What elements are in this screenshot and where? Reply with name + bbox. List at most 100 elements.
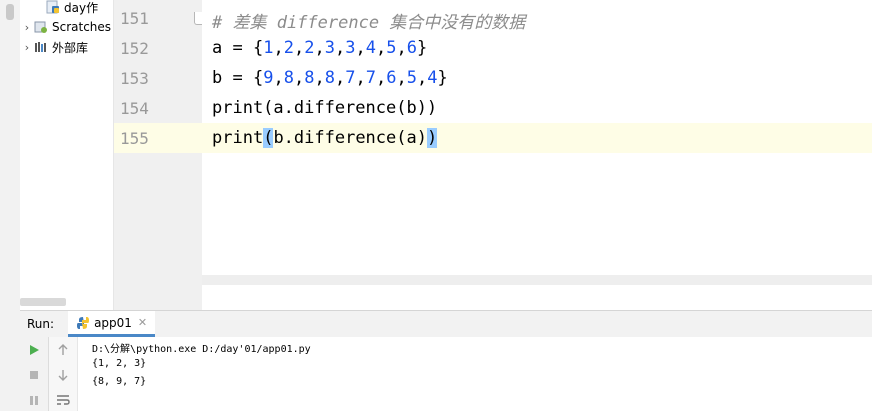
arrow-down-icon — [58, 370, 68, 381]
code-text: b = {9,8,8,8,7,7,6,5,4} — [212, 68, 448, 88]
code-token: , — [355, 38, 366, 58]
editor-horizontal-scrollbar[interactable] — [202, 275, 872, 285]
scratches-icon — [34, 20, 48, 34]
code-token: 3 — [324, 38, 335, 58]
run-tab-label: app01 — [94, 315, 132, 330]
tree-item-scratches[interactable]: › Scratches — [20, 17, 111, 37]
tree-horizontal-scrollbar[interactable] — [20, 298, 66, 306]
pause-icon — [30, 396, 38, 405]
play-icon — [30, 345, 39, 355]
rerun-button[interactable] — [24, 340, 44, 360]
code-token: } — [437, 68, 448, 88]
code-line-current[interactable]: print(b.difference(a)) — [202, 123, 872, 153]
console-line: {8, 9, 7} — [92, 376, 147, 387]
code-token: 7 — [345, 68, 356, 88]
code-token: # 差集 difference 集合中没有的数据 — [212, 13, 526, 33]
tree-item-external-libraries[interactable]: › 外部库 — [20, 37, 88, 57]
line-number: 154 — [120, 99, 149, 118]
scroll-up-button[interactable] — [53, 340, 73, 360]
chevron-right-icon[interactable]: › — [20, 41, 34, 54]
code-token: b.difference(a) — [273, 128, 427, 148]
tree-item-label: 外部库 — [52, 40, 89, 55]
close-icon[interactable]: ✕ — [138, 316, 147, 329]
python-icon — [76, 316, 90, 330]
run-tab-app01[interactable]: app01 ✕ — [68, 311, 156, 337]
code-editor[interactable]: # 差集 difference 集合中没有的数据 a = {1,2,2,3,3,4… — [202, 0, 872, 275]
tree-item-label: day作 — [64, 0, 99, 15]
editor-gutter: 151 152 153 154 155 — [114, 0, 202, 310]
code-token: 2 — [304, 38, 315, 58]
matched-brace: ) — [426, 128, 438, 148]
line-number-current: 155 — [114, 123, 202, 153]
code-token: , — [314, 38, 325, 58]
matched-brace: ( — [263, 128, 274, 148]
arrow-up-icon — [58, 344, 68, 355]
code-token: , — [355, 68, 366, 88]
project-tree: day作 › Scratches › 外部库 — [0, 0, 114, 310]
code-token: 6 — [386, 68, 397, 88]
run-toolbar-secondary — [49, 337, 78, 411]
soft-wrap-icon — [57, 395, 70, 405]
code-line[interactable]: print(a.difference(b)) — [202, 93, 872, 123]
line-number: 152 — [120, 39, 149, 58]
code-token: print(a.difference(b)) — [212, 98, 438, 118]
code-text: print(a.difference(b)) — [212, 98, 437, 118]
code-text: # 差集 difference 集合中没有的数据 — [212, 8, 525, 33]
stop-button[interactable] — [24, 365, 44, 385]
code-token: 1 — [263, 38, 274, 58]
run-tool-header: Run: app01 ✕ — [20, 310, 872, 338]
run-console[interactable]: D:\分解\python.exe D:/day'01/app01.py {1, … — [78, 337, 872, 411]
code-line[interactable]: # 差集 difference 集合中没有的数据 — [202, 3, 872, 33]
tree-scrollbar-thumb[interactable] — [6, 4, 14, 20]
code-token: 8 — [283, 68, 294, 88]
code-line[interactable]: a = {1,2,2,3,3,4,5,6} — [202, 33, 872, 63]
soft-wrap-button[interactable] — [53, 390, 73, 410]
code-token: , — [273, 38, 284, 58]
code-token: 8 — [304, 68, 315, 88]
stop-icon — [30, 371, 38, 379]
python-file-icon — [46, 0, 60, 14]
code-token: , — [396, 38, 407, 58]
code-token: } — [416, 38, 428, 58]
tree-item-label: Scratches — [52, 20, 112, 34]
code-token: , — [375, 68, 387, 88]
code-token: 9 — [263, 68, 274, 88]
run-toolbar — [20, 337, 49, 411]
code-token: , — [334, 68, 346, 88]
scroll-down-button[interactable] — [53, 365, 73, 385]
code-line[interactable]: b = {9,8,8,8,7,7,6,5,4} — [202, 63, 872, 93]
code-token: b = { — [212, 68, 264, 88]
code-token: , — [416, 68, 428, 88]
code-token: , — [314, 68, 325, 88]
line-number: 153 — [120, 69, 149, 88]
tree-vertical-scrollbar[interactable] — [0, 0, 20, 310]
run-label: Run: — [27, 317, 55, 331]
code-token: 5 — [406, 68, 417, 88]
code-token: , — [293, 38, 305, 58]
code-token: , — [396, 68, 407, 88]
code-text: a = {1,2,2,3,3,4,5,6} — [212, 38, 427, 58]
code-token: , — [375, 38, 387, 58]
code-token: 4 — [427, 68, 438, 88]
code-token: 2 — [283, 38, 294, 58]
code-token: 8 — [324, 68, 335, 88]
code-token: 5 — [386, 38, 397, 58]
console-line: {1, 2, 3} — [92, 358, 147, 369]
library-icon — [34, 40, 48, 54]
console-line: D:\分解\python.exe D:/day'01/app01.py — [92, 344, 311, 355]
code-token: a = { — [212, 38, 264, 58]
left-tool-strip — [0, 310, 20, 411]
tree-item-day-file[interactable]: day作 — [46, 0, 98, 17]
pause-button[interactable] — [24, 390, 44, 410]
code-token: 7 — [365, 68, 376, 88]
chevron-right-icon[interactable]: › — [20, 21, 34, 34]
code-token: 4 — [365, 38, 376, 58]
code-text: print(b.difference(a)) — [212, 128, 438, 148]
code-token: 3 — [345, 38, 356, 58]
code-token: 6 — [406, 38, 417, 58]
code-token: , — [334, 38, 346, 58]
code-token: , — [273, 68, 284, 88]
code-token: , — [293, 68, 305, 88]
code-token: print — [212, 128, 264, 148]
line-number: 151 — [120, 9, 149, 28]
